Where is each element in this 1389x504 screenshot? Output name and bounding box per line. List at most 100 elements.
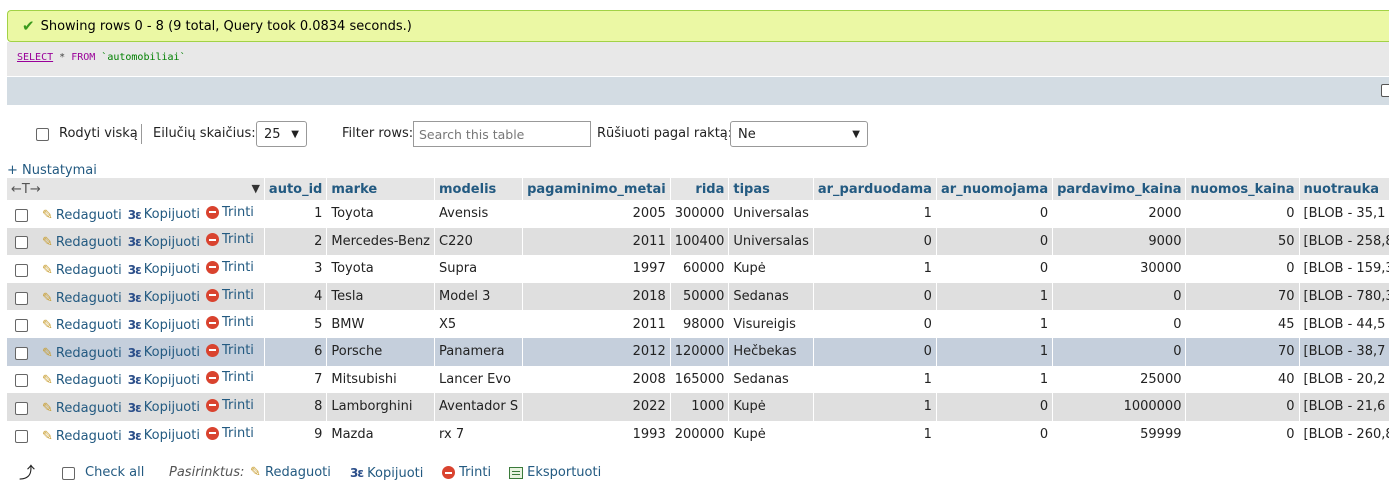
edit-button[interactable]: ✎ Redaguoti [42, 291, 122, 306]
copy-button[interactable]: 3ɛ Kopijuoti [128, 428, 200, 443]
col-header[interactable]: auto_id [264, 178, 328, 200]
delete-button[interactable]: Trinti [205, 315, 254, 330]
col-header[interactable]: ar_parduodama [813, 178, 937, 200]
col-header[interactable]: nuomos_kaina [1185, 178, 1300, 200]
copy-icon: 3ɛ [127, 345, 142, 360]
col-header[interactable]: marke [326, 178, 436, 200]
copy-button[interactable]: 3ɛ Kopijuoti [128, 235, 200, 250]
delete-button[interactable]: Trinti [205, 232, 254, 247]
delete-label: Trinti [221, 370, 254, 386]
edit-button[interactable]: ✎ Redaguoti [42, 235, 122, 250]
edit-button[interactable]: ✎ Redaguoti [42, 401, 122, 416]
filter-rows-input[interactable]: Search this table [413, 121, 591, 147]
copy-button[interactable]: 3ɛ Kopijuoti [128, 207, 200, 222]
copy-button[interactable]: 3ɛ Kopijuoti [128, 373, 200, 388]
bulk-delete-button[interactable]: Trinti [442, 460, 491, 486]
table-cell: 3 [264, 255, 328, 283]
col-header[interactable]: ar_nuomojama [936, 178, 1054, 200]
table-cell: 4 [264, 282, 328, 311]
row-checkbox[interactable] [15, 374, 28, 388]
col-header[interactable]: rida [670, 178, 730, 200]
col-header[interactable]: tipas [728, 178, 814, 200]
table-cell: 2011 [522, 227, 671, 256]
delete-button[interactable]: Trinti [205, 260, 254, 275]
row-checkbox[interactable] [15, 208, 28, 222]
sql-select-keyword[interactable]: SELECT [17, 52, 53, 63]
rows-count-select[interactable]: 25 ▼ [256, 121, 307, 147]
table-cell: 40 [1185, 365, 1300, 394]
table-row[interactable]: ✎ Redaguoti 3ɛ Kopijuoti Trinti 6 Porsche Panam… [7, 337, 1389, 366]
row-checkbox[interactable] [15, 346, 28, 360]
pencil-icon: ✎ [42, 428, 53, 444]
blob-link[interactable]: [BLOB - 258,8 KiB] [1299, 227, 1389, 256]
bulk-export-button[interactable]: Eksportuoti [509, 460, 601, 486]
pencil-icon: ✎ [42, 373, 53, 389]
table-cell: Mitsubishi [326, 365, 436, 394]
table-cell: Mazda [326, 420, 436, 449]
table-row[interactable]: ✎ Redaguoti 3ɛ Kopijuoti Trinti 1 Toyota Avensi… [7, 200, 1389, 228]
row-actions: ✎ Redaguoti 3ɛ Kopijuoti Trinti [7, 365, 265, 394]
table-cell: 8 [264, 393, 328, 421]
copy-button[interactable]: 3ɛ Kopijuoti [128, 400, 200, 415]
copy-button[interactable]: 3ɛ Kopijuoti [128, 262, 200, 277]
blob-link[interactable]: [BLOB - 38,7 KiB] [1299, 337, 1389, 366]
options-link[interactable]: + Nustatymai [7, 163, 97, 178]
delete-label: Trinti [221, 342, 254, 358]
edit-button[interactable]: ✎ Redaguoti [42, 208, 122, 223]
column-arrows-icon[interactable]: ←T→ [11, 182, 41, 197]
table-row[interactable]: ✎ Redaguoti 3ɛ Kopijuoti Trinti 8 Lamborghini A… [7, 393, 1389, 421]
table-row[interactable]: ✎ Redaguoti 3ɛ Kopijuoti Trinti 7 Mitsubishi La… [7, 365, 1389, 394]
copy-button[interactable]: 3ɛ Kopijuoti [128, 345, 200, 360]
table-row[interactable]: ✎ Redaguoti 3ɛ Kopijuoti Trinti 5 BMW X5 2011 980… [7, 310, 1389, 338]
show-all-label[interactable]: Rodyti viską [59, 121, 138, 147]
sort-key-select[interactable]: Ne ▼ [730, 121, 868, 147]
check-all-checkbox[interactable] [62, 467, 75, 480]
edit-label: Redaguoti [55, 262, 122, 278]
table-row[interactable]: ✎ Redaguoti 3ɛ Kopijuoti Trinti 3 Toyota Supra 1… [7, 255, 1389, 283]
bulk-copy-button[interactable]: 3ɛ Kopijuoti [350, 460, 423, 487]
table-row[interactable]: ✎ Redaguoti 3ɛ Kopijuoti Trinti 4 Tesla Model 3… [7, 282, 1389, 311]
blob-link[interactable]: [BLOB - 20,2 KiB] [1299, 365, 1389, 394]
blob-link[interactable]: [BLOB - 260,8 KiB] [1299, 420, 1389, 449]
row-checkbox[interactable] [15, 401, 28, 415]
blob-link[interactable]: [BLOB - 780,3 KiB] [1299, 282, 1389, 311]
show-all-checkbox[interactable] [36, 128, 49, 141]
copy-button[interactable]: 3ɛ Kopijuoti [128, 318, 200, 333]
row-checkbox[interactable] [15, 263, 28, 277]
blob-link[interactable]: [BLOB - 44,5 KiB] [1299, 310, 1389, 338]
sort-triangle-icon[interactable]: ▼ [251, 182, 259, 195]
delete-button[interactable]: Trinti [205, 205, 254, 220]
edit-button[interactable]: ✎ Redaguoti [42, 263, 122, 278]
copy-button[interactable]: 3ɛ Kopijuoti [128, 290, 200, 305]
profiling-checkbox[interactable] [1381, 84, 1389, 97]
edit-button[interactable]: ✎ Redaguoti [42, 318, 122, 333]
edit-button[interactable]: ✎ Redaguoti [42, 346, 122, 361]
sql-query[interactable]: SELECT * FROM `automobiliai` [7, 42, 1389, 76]
table-cell: Porsche [326, 337, 436, 366]
table-cell: 0 [936, 420, 1054, 449]
table-row[interactable]: ✎ Redaguoti 3ɛ Kopijuoti Trinti 9 Mazda rx 7 199… [7, 420, 1389, 449]
col-header[interactable]: nuotrauka [1299, 178, 1389, 200]
row-checkbox[interactable] [15, 236, 28, 250]
check-all-label[interactable]: Check all [85, 460, 144, 486]
edit-button[interactable]: ✎ Redaguoti [42, 429, 122, 444]
col-header[interactable]: modelis [434, 178, 524, 200]
bulk-edit-button[interactable]: ✎ Redaguoti [250, 460, 331, 486]
row-checkbox[interactable] [15, 291, 28, 305]
delete-button[interactable]: Trinti [205, 426, 254, 441]
blob-link[interactable]: [BLOB - 35,1 KiB] [1299, 200, 1389, 228]
blob-link[interactable]: [BLOB - 21,6 KiB] [1299, 393, 1389, 421]
delete-button[interactable]: Trinti [205, 370, 254, 386]
col-header[interactable]: pagaminimo_metai [522, 178, 671, 200]
col-header[interactable]: pardavimo_kaina [1052, 178, 1187, 200]
delete-button[interactable]: Trinti [205, 398, 254, 413]
table-cell: 7 [264, 365, 328, 394]
row-checkbox[interactable] [15, 429, 28, 443]
table-cell: 0 [936, 200, 1054, 228]
blob-link[interactable]: [BLOB - 159,3 KiB] [1299, 255, 1389, 283]
table-row[interactable]: ✎ Redaguoti 3ɛ Kopijuoti Trinti 2 Mercedes-Ben… [7, 227, 1389, 256]
delete-button[interactable]: Trinti [205, 342, 254, 358]
delete-button[interactable]: Trinti [205, 288, 254, 303]
row-checkbox[interactable] [15, 319, 28, 333]
edit-button[interactable]: ✎ Redaguoti [42, 373, 122, 388]
